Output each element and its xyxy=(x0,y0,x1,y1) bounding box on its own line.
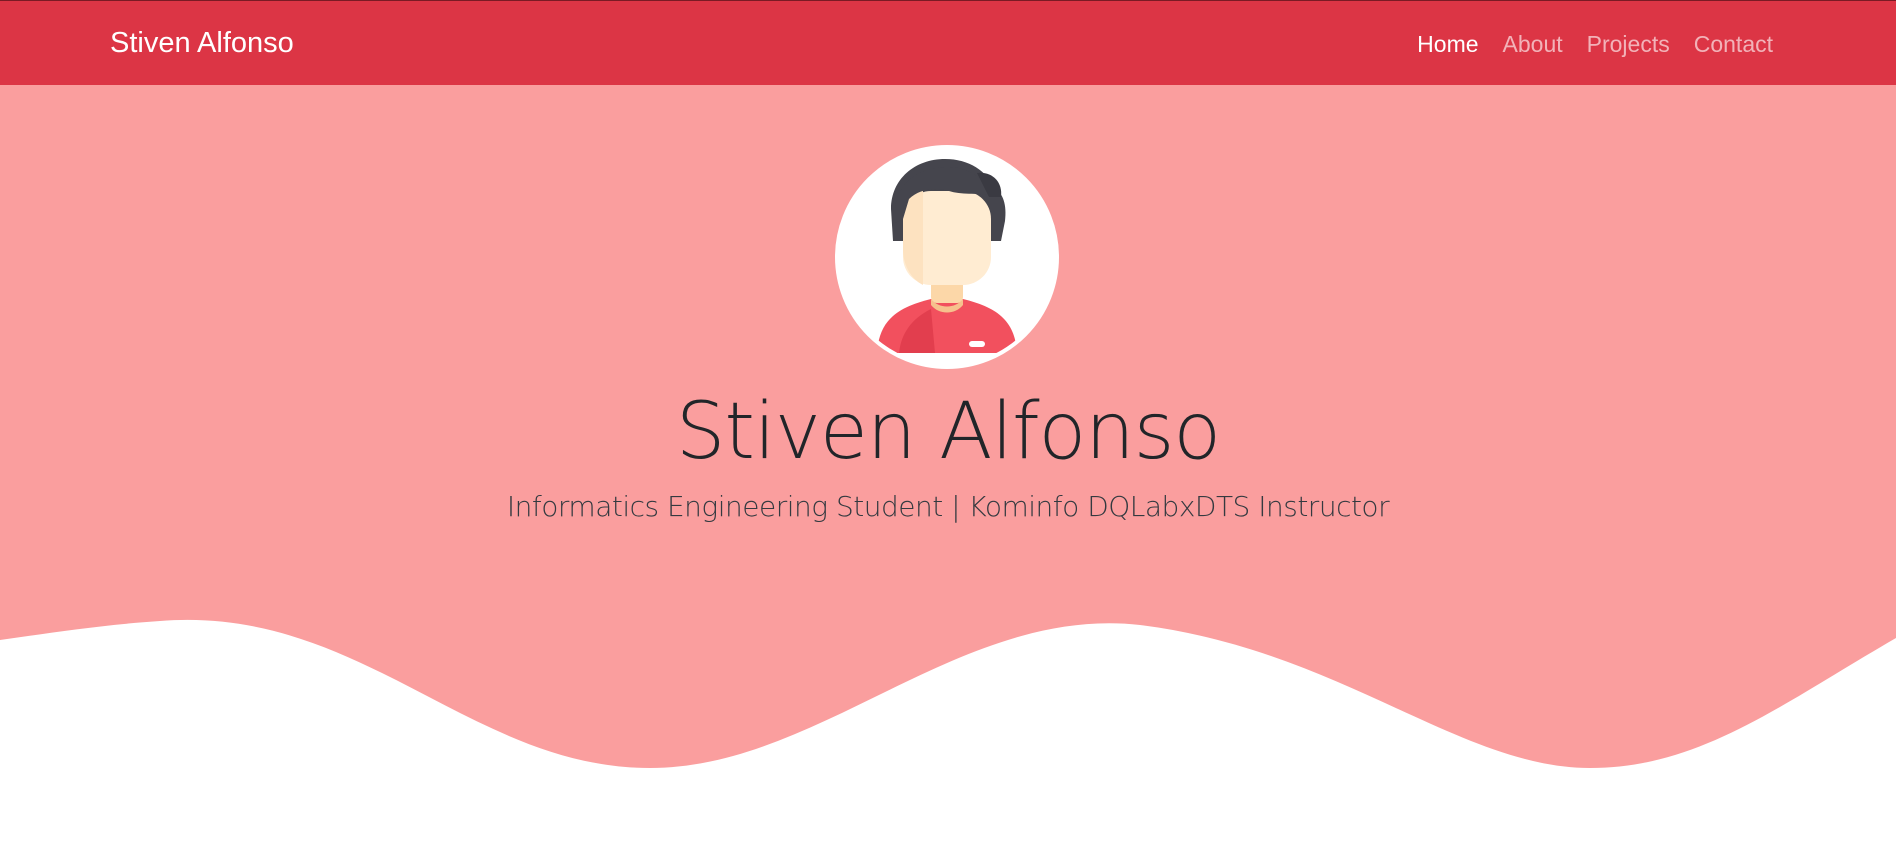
hero-title: Stiven Alfonso xyxy=(675,387,1221,477)
navbar: Stiven Alfonso Home About Projects Conta… xyxy=(0,0,1896,85)
hero-subtitle: Informatics Engineering Student | Kominf… xyxy=(506,490,1390,523)
nav-link-about[interactable]: About xyxy=(1503,29,1563,59)
hero-section: Stiven Alfonso Informatics Engineering S… xyxy=(0,85,1896,852)
nav-links: Home About Projects Contact xyxy=(1417,29,1773,59)
avatar xyxy=(835,145,1059,369)
navbar-brand[interactable]: Stiven Alfonso xyxy=(110,26,294,60)
nav-link-projects[interactable]: Projects xyxy=(1587,29,1670,59)
nav-link-home[interactable]: Home xyxy=(1417,29,1478,59)
user-avatar-icon xyxy=(839,149,1055,365)
nav-link-contact[interactable]: Contact xyxy=(1694,29,1773,59)
